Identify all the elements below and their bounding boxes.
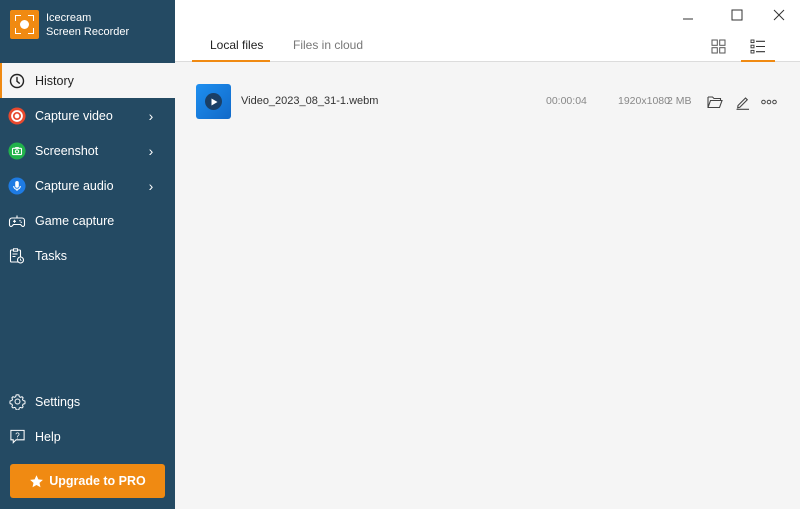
tasks-icon bbox=[8, 247, 26, 265]
main-panel: Local files Files in cloud Video_2023_08… bbox=[175, 0, 800, 509]
upgrade-label: Upgrade to PRO bbox=[49, 474, 146, 488]
sidebar-item-label: Screenshot bbox=[35, 143, 99, 158]
tab-label: Files in cloud bbox=[293, 38, 364, 52]
gear-icon bbox=[8, 393, 26, 411]
minimize-icon bbox=[683, 18, 693, 20]
play-icon bbox=[205, 93, 222, 110]
video-thumbnail[interactable] bbox=[196, 84, 231, 119]
screen-record-logo-icon bbox=[10, 10, 39, 39]
sidebar-item-label: Capture audio bbox=[35, 178, 114, 193]
upgrade-to-pro-button[interactable]: Upgrade to PRO bbox=[10, 464, 165, 498]
app-name-line2: Screen Recorder bbox=[46, 25, 130, 38]
sidebar-item-game-capture[interactable]: Game capture bbox=[0, 203, 175, 238]
maximize-icon bbox=[731, 9, 743, 21]
maximize-button[interactable] bbox=[722, 6, 752, 24]
tab-local-files[interactable]: Local files bbox=[210, 38, 263, 62]
app-logo: Icecream Screen Recorder bbox=[10, 10, 129, 39]
sidebar-item-screenshot[interactable]: Screenshot › bbox=[0, 133, 175, 168]
folder-icon bbox=[707, 96, 723, 109]
chevron-right-icon: › bbox=[148, 142, 154, 159]
sidebar-item-label: History bbox=[35, 73, 74, 88]
help-icon: ? bbox=[8, 428, 26, 446]
more-horizontal-icon bbox=[761, 99, 777, 105]
list-view-button[interactable] bbox=[745, 34, 771, 58]
grid-view-button[interactable] bbox=[705, 34, 731, 58]
sidebar-item-capture-audio[interactable]: Capture audio › bbox=[0, 168, 175, 203]
sidebar-item-label: Settings bbox=[35, 394, 81, 409]
chevron-right-icon: › bbox=[148, 107, 154, 124]
close-button[interactable] bbox=[764, 6, 794, 24]
sidebar-item-tasks[interactable]: Tasks bbox=[0, 238, 175, 273]
sidebar: Icecream Screen Recorder History Capture… bbox=[0, 0, 175, 509]
file-name: Video_2023_08_31-1.webm bbox=[241, 95, 379, 107]
sidebar-item-settings[interactable]: Settings bbox=[0, 384, 175, 419]
sidebar-bottom-nav: Settings ? Help bbox=[0, 384, 175, 454]
top-bar: Local files Files in cloud bbox=[175, 0, 800, 62]
active-view-indicator bbox=[741, 60, 775, 62]
tab-label: Local files bbox=[210, 38, 264, 52]
minimize-button[interactable] bbox=[673, 6, 703, 24]
microphone-icon bbox=[8, 176, 26, 195]
sidebar-item-label: Help bbox=[35, 429, 61, 444]
file-list-item[interactable]: Video_2023_08_31-1.webm 00:00:04 1920x10… bbox=[175, 82, 800, 122]
star-icon bbox=[30, 474, 44, 487]
sidebar-item-label: Capture video bbox=[35, 108, 113, 123]
chevron-right-icon: › bbox=[148, 177, 154, 194]
file-resolution: 1920x1080 bbox=[618, 95, 670, 107]
app-name: Icecream Screen Recorder bbox=[46, 11, 129, 39]
edit-button[interactable] bbox=[733, 93, 751, 111]
sidebar-item-label: Game capture bbox=[35, 213, 115, 228]
pencil-icon bbox=[736, 96, 749, 110]
sidebar-nav: History Capture video › Screenshot › Cap… bbox=[0, 63, 175, 273]
sidebar-item-history[interactable]: History bbox=[0, 63, 175, 98]
svg-text:?: ? bbox=[15, 431, 20, 440]
clock-icon bbox=[8, 72, 26, 90]
record-icon bbox=[8, 106, 26, 125]
gamepad-icon bbox=[8, 212, 26, 230]
app-name-line1: Icecream bbox=[46, 11, 92, 24]
list-view-icon bbox=[750, 39, 765, 53]
active-tab-indicator bbox=[192, 60, 270, 62]
open-folder-button[interactable] bbox=[706, 93, 724, 111]
more-options-button[interactable] bbox=[760, 93, 778, 111]
grid-view-icon bbox=[711, 39, 725, 53]
sidebar-item-capture-video[interactable]: Capture video › bbox=[0, 98, 175, 133]
close-icon bbox=[773, 9, 785, 21]
camera-icon bbox=[8, 141, 26, 160]
sidebar-item-label: Tasks bbox=[35, 248, 67, 263]
file-duration: 00:00:04 bbox=[546, 95, 587, 107]
sidebar-item-help[interactable]: ? Help bbox=[0, 419, 175, 454]
tab-files-in-cloud[interactable]: Files in cloud bbox=[293, 38, 363, 62]
file-size: 2 MB bbox=[667, 95, 692, 107]
